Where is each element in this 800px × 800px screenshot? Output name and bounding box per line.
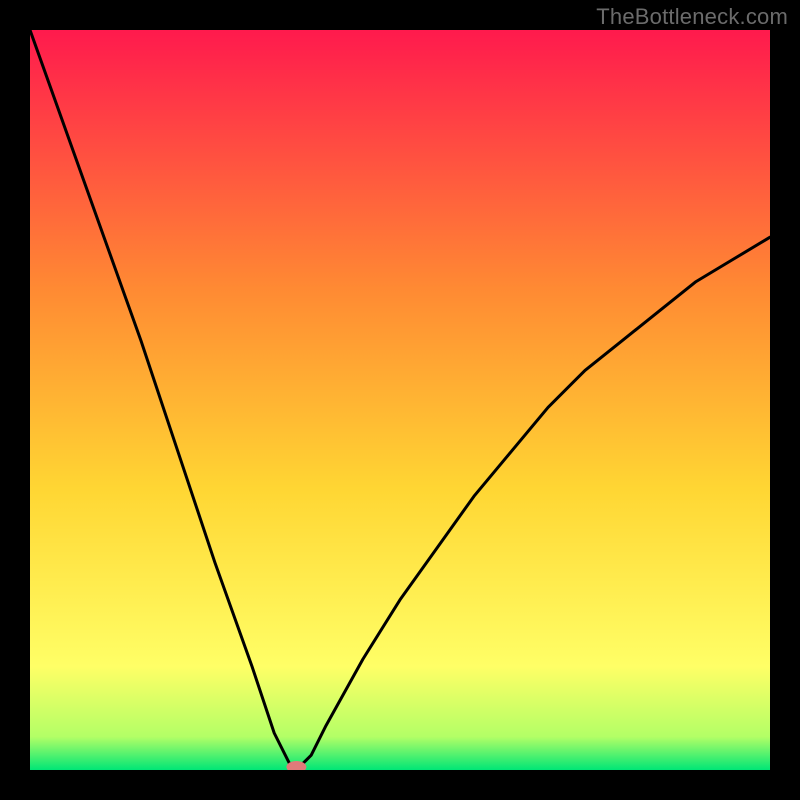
chart-svg (30, 30, 770, 770)
bottleneck-plot (30, 30, 770, 770)
chart-frame: TheBottleneck.com (0, 0, 800, 800)
plot-background (30, 30, 770, 770)
watermark-text: TheBottleneck.com (596, 4, 788, 30)
